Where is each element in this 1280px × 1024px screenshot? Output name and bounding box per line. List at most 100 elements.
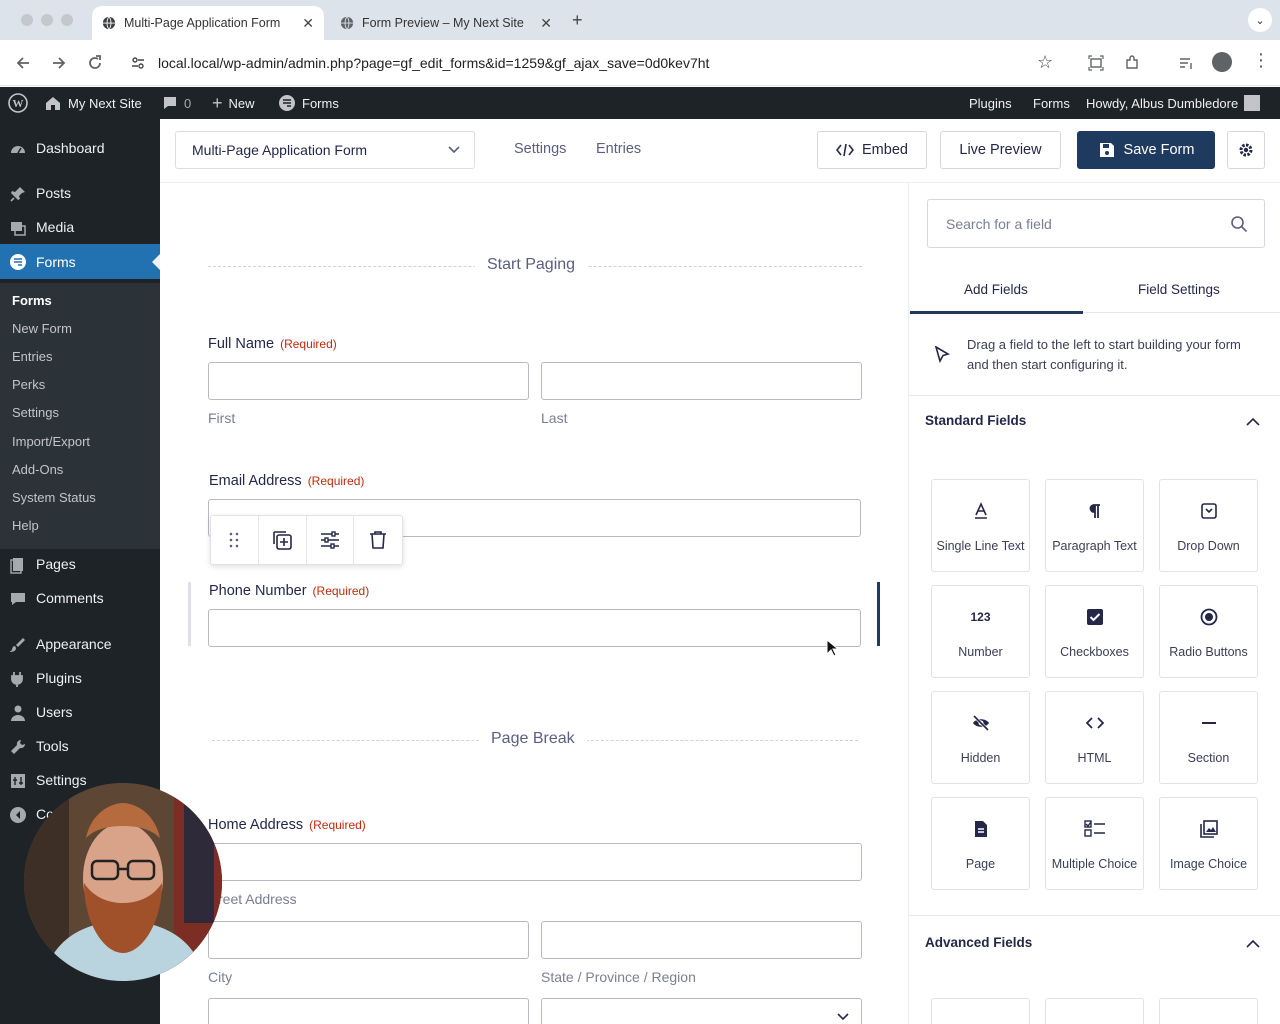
full-name-field-label[interactable]: Full Name (Required) — [208, 335, 337, 353]
advanced-field-button[interactable] — [931, 998, 1030, 1024]
advanced-field-button[interactable] — [1045, 998, 1144, 1024]
browser-tab[interactable]: Form Preview – My Next Site ✕ — [330, 6, 562, 40]
sidebar-item-appearance[interactable]: Appearance — [0, 627, 160, 661]
save-form-button[interactable]: Save Form — [1077, 131, 1215, 169]
sidebar-item-media[interactable]: Media — [0, 210, 160, 244]
field-button-number[interactable]: 123 Number — [931, 585, 1030, 678]
sidebar-item-pages[interactable]: Pages — [0, 547, 160, 581]
close-tab-icon[interactable]: ✕ — [540, 15, 552, 32]
start-paging-label[interactable]: Start Paging — [475, 256, 588, 274]
adminbar-account[interactable]: Howdy, Albus Dumbledore — [1086, 87, 1261, 119]
tab-add-fields[interactable]: Add Fields — [964, 282, 1028, 297]
page-break-label[interactable]: Page Break — [479, 730, 587, 748]
window-minimize-light[interactable] — [41, 14, 53, 26]
media-controls-icon[interactable] — [1178, 55, 1194, 71]
submenu-add-ons[interactable]: Add-Ons — [12, 462, 63, 477]
window-close-light[interactable] — [21, 14, 33, 26]
sidebar-item-users[interactable]: Users — [0, 695, 160, 729]
field-button-section[interactable]: Section — [1159, 691, 1258, 784]
extensions-icon[interactable] — [1124, 55, 1140, 71]
field-search-input[interactable]: Search for a field — [927, 199, 1265, 248]
profile-avatar-icon[interactable] — [1212, 52, 1232, 72]
form-switcher-dropdown[interactable]: Multi-Page Application Form — [175, 131, 475, 169]
chevron-up-icon[interactable] — [1246, 939, 1260, 948]
tab-field-settings[interactable]: Field Settings — [1138, 282, 1220, 297]
sidebar-item-posts[interactable]: Posts — [0, 176, 160, 210]
address-bar[interactable]: local.local/wp-admin/admin.php?page=gf_e… — [118, 48, 1068, 78]
adminbar-comments[interactable]: 0 — [162, 87, 191, 119]
advanced-fields-heading[interactable]: Advanced Fields — [925, 935, 1032, 950]
street-address-input[interactable] — [208, 843, 862, 881]
field-button-multiple-choice[interactable]: Multiple Choice — [1045, 797, 1144, 890]
submenu-new-form[interactable]: New Form — [12, 321, 72, 336]
phone-field-label[interactable]: Phone Number (Required) — [209, 582, 369, 600]
bookmark-star-icon[interactable]: ☆ — [1037, 52, 1053, 73]
wordpress-logo-icon[interactable]: W — [8, 87, 28, 119]
site-info-icon[interactable] — [130, 55, 146, 71]
email-field-label[interactable]: Email Address (Required) — [209, 472, 364, 490]
submenu-entries[interactable]: Entries — [12, 349, 52, 364]
chevron-up-icon[interactable] — [1246, 417, 1260, 426]
adminbar-plugins[interactable]: Plugins — [969, 87, 1012, 119]
submenu-import-export[interactable]: Import/Export — [12, 434, 90, 449]
sidebar-item-plugins[interactable]: Plugins — [0, 661, 160, 695]
field-button-radio-buttons[interactable]: Radio Buttons — [1159, 585, 1258, 678]
new-tab-icon[interactable]: + — [572, 10, 583, 31]
submenu-system-status[interactable]: System Status — [12, 490, 96, 505]
field-button-image-choice[interactable]: Image Choice — [1159, 797, 1258, 890]
phone-input[interactable] — [208, 609, 861, 647]
drag-handle-icon[interactable] — [211, 516, 259, 564]
dropdown-icon — [1200, 503, 1217, 519]
forward-arrow-icon[interactable] — [50, 54, 68, 72]
submenu-forms[interactable]: Forms — [12, 293, 52, 308]
close-tab-icon[interactable]: ✕ — [302, 15, 314, 32]
field-button-paragraph-text[interactable]: Paragraph Text — [1045, 479, 1144, 572]
state-input[interactable] — [541, 921, 862, 959]
reload-icon[interactable] — [86, 54, 104, 72]
live-preview-button[interactable]: Live Preview — [940, 131, 1061, 169]
editor-settings-button[interactable] — [1227, 131, 1265, 169]
toolbar-entries-link[interactable]: Entries — [596, 141, 641, 157]
submenu-help[interactable]: Help — [12, 518, 39, 533]
duplicate-field-icon[interactable] — [259, 516, 307, 564]
adminbar-new[interactable]: + New — [212, 87, 255, 119]
search-icon — [1231, 216, 1248, 233]
delete-field-icon[interactable] — [354, 516, 402, 564]
sidebar-item-comments[interactable]: Comments — [0, 581, 160, 615]
adminbar-forms-right[interactable]: Forms — [1033, 87, 1070, 119]
browser-menu-icon[interactable]: ⋮ — [1252, 50, 1270, 71]
embed-button[interactable]: Embed — [817, 131, 927, 169]
home-address-field-label[interactable]: Home Address (Required) — [208, 816, 366, 834]
field-settings-icon[interactable] — [307, 516, 355, 564]
window-zoom-light[interactable] — [61, 14, 73, 26]
back-arrow-icon[interactable] — [14, 54, 32, 72]
field-button-label: Checkboxes — [1060, 645, 1129, 659]
field-button-html[interactable]: HTML — [1045, 691, 1144, 784]
sidebar-item-forms[interactable]: Forms — [0, 244, 160, 279]
sidebar-item-tools[interactable]: Tools — [0, 729, 160, 763]
submenu-settings[interactable]: Settings — [12, 405, 59, 420]
first-name-input[interactable] — [208, 362, 529, 400]
submenu-perks[interactable]: Perks — [12, 377, 45, 392]
tab-search-icon[interactable]: ⌄ — [1248, 8, 1272, 32]
adminbar-forms[interactable]: Forms — [278, 87, 339, 119]
field-button-drop-down[interactable]: Drop Down — [1159, 479, 1258, 572]
toolbar-settings-link[interactable]: Settings — [514, 141, 566, 157]
field-button-single-line-text[interactable]: Single Line Text — [931, 479, 1030, 572]
sidebar-item-dashboard[interactable]: Dashboard — [0, 131, 160, 165]
code-icon — [836, 143, 855, 157]
screenshot-icon[interactable] — [1088, 55, 1104, 71]
user-avatar — [1244, 95, 1261, 111]
last-name-input[interactable] — [541, 362, 862, 400]
advanced-field-button[interactable] — [1159, 998, 1258, 1024]
field-button-checkboxes[interactable]: Checkboxes — [1045, 585, 1144, 678]
field-label: Email Address — [209, 473, 302, 489]
zip-input[interactable] — [208, 998, 529, 1024]
browser-tab-active[interactable]: Multi-Page Application Form ✕ — [92, 6, 324, 40]
field-button-page[interactable]: Page — [931, 797, 1030, 890]
adminbar-site-link[interactable]: My Next Site — [44, 87, 142, 119]
country-select[interactable] — [541, 998, 862, 1024]
field-button-hidden[interactable]: Hidden — [931, 691, 1030, 784]
standard-fields-heading[interactable]: Standard Fields — [925, 413, 1026, 428]
city-input[interactable] — [208, 921, 529, 959]
